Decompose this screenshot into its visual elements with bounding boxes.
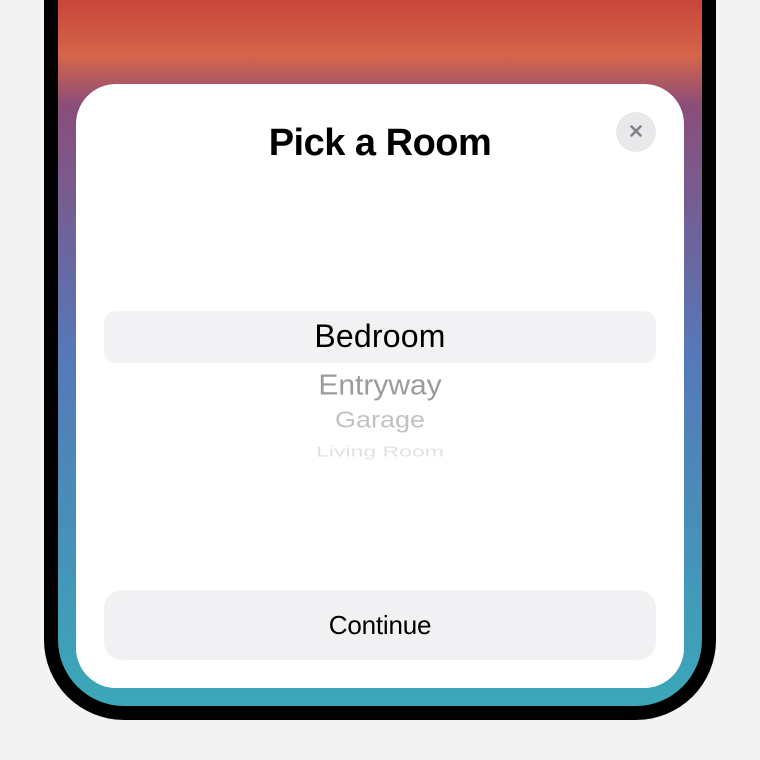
picker-fade-list: Entryway Garage Living Room xyxy=(316,369,444,465)
close-icon xyxy=(627,122,645,143)
room-picker-modal: Pick a Room Bedroom Entryway Garage Livi… xyxy=(76,84,684,688)
room-picker[interactable]: Bedroom Entryway Garage Living Room xyxy=(104,205,656,570)
picker-item: Living Room xyxy=(316,442,444,460)
picker-item: Entryway xyxy=(318,369,441,401)
phone-frame: Pick a Room Bedroom Entryway Garage Livi… xyxy=(44,0,716,720)
picker-selected-row: Bedroom xyxy=(104,311,656,363)
picker-item: Garage xyxy=(335,407,425,433)
modal-title: Pick a Room xyxy=(104,122,656,165)
picker-selected-value: Bedroom xyxy=(314,318,445,355)
close-button[interactable] xyxy=(616,112,656,152)
continue-button[interactable]: Continue xyxy=(104,590,656,660)
phone-screen: Pick a Room Bedroom Entryway Garage Livi… xyxy=(58,0,702,706)
